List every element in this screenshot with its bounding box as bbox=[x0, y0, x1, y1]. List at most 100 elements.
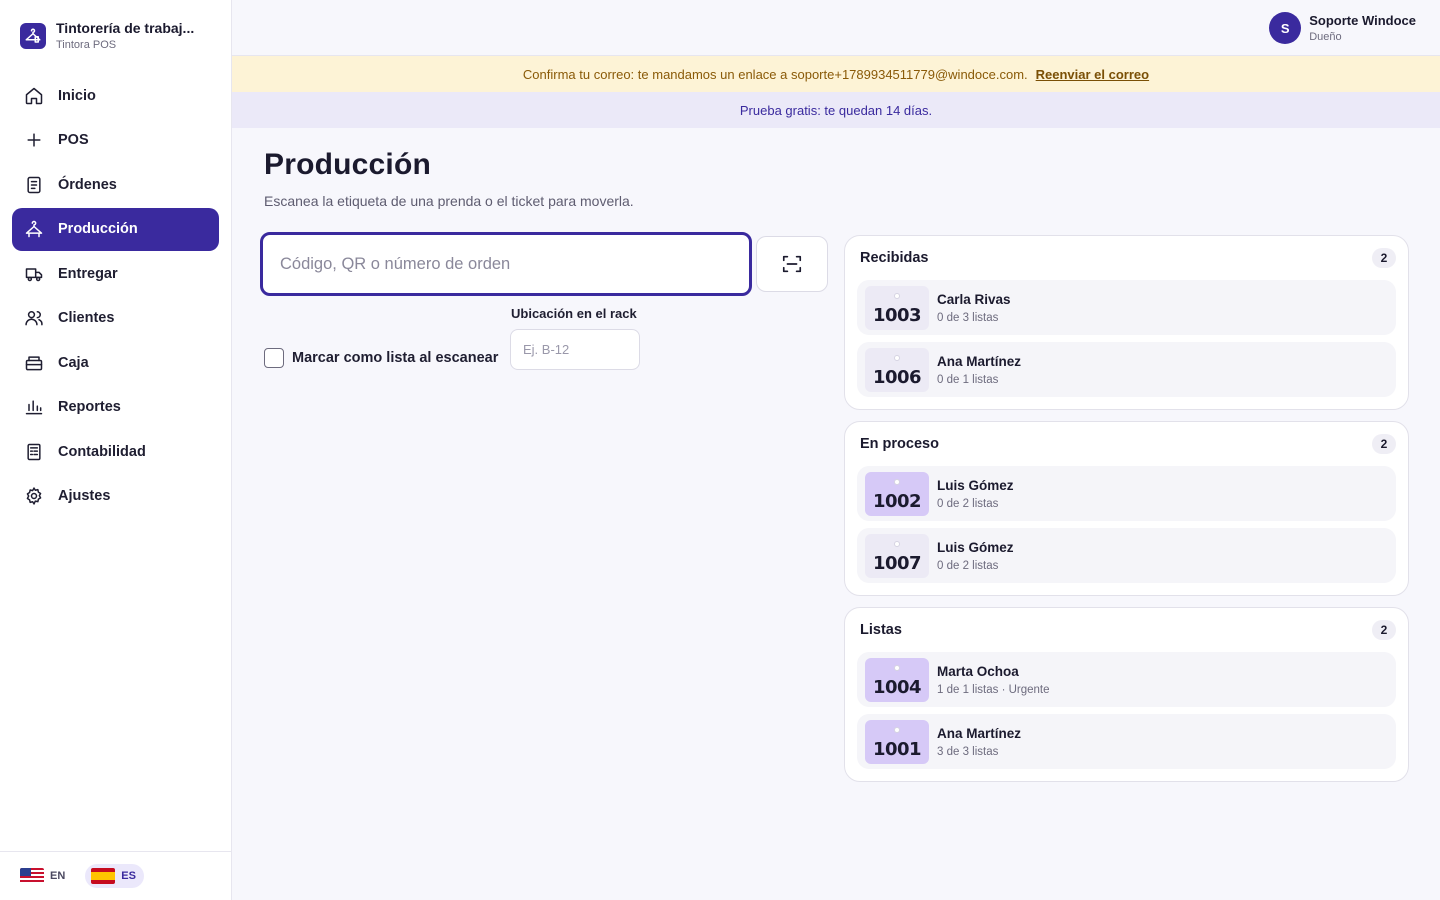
mark-ready-option[interactable]: Marcar como lista al escanear bbox=[264, 348, 498, 368]
nav-label: Caja bbox=[58, 354, 89, 371]
nav-label: POS bbox=[58, 132, 89, 148]
nav-item-produccion[interactable]: Producción bbox=[12, 207, 219, 251]
nav-label: Ajustes bbox=[58, 488, 111, 504]
order-tag: 1001 bbox=[865, 719, 929, 764]
lang-es-label: ES bbox=[121, 870, 136, 882]
trial-banner: Prueba gratis: te quedan 14 días. bbox=[232, 92, 1440, 128]
nav-item-reportes[interactable]: Reportes bbox=[12, 386, 219, 429]
order-tag: 1006 bbox=[865, 347, 929, 392]
rack-location-input[interactable] bbox=[510, 329, 640, 370]
hanger-icon bbox=[25, 220, 43, 238]
nav-label: Entregar bbox=[58, 265, 118, 282]
order-number: 1001 bbox=[872, 738, 922, 760]
column-en-proceso: En proceso 2 1002 Luis Gómez 0 de 2 lista… bbox=[844, 421, 1409, 596]
us-flag-icon bbox=[20, 868, 44, 884]
column-title: En proceso bbox=[860, 436, 939, 452]
column-recibidas: Recibidas 2 1003 Carla Rivas 0 de 3 lista… bbox=[844, 235, 1409, 410]
main-nav: Inicio POS Órdenes Producción Entregar C… bbox=[12, 74, 219, 519]
nav-item-caja[interactable]: Caja bbox=[12, 341, 219, 384]
order-number: 1002 bbox=[872, 490, 922, 512]
order-card[interactable]: 1002 Luis Gómez 0 de 2 listas bbox=[857, 466, 1396, 521]
scan-input[interactable] bbox=[260, 232, 752, 296]
nav-label: Órdenes bbox=[58, 176, 117, 193]
order-number: 1004 bbox=[872, 676, 922, 698]
nav-label: Inicio bbox=[58, 87, 96, 104]
trial-text: Prueba gratis: te quedan 14 días. bbox=[739, 102, 933, 118]
order-card[interactable]: 1001 Ana Martínez 3 de 3 listas bbox=[857, 714, 1396, 769]
order-card[interactable]: 1004 Marta Ochoa 1 de 1 listas · Urgente bbox=[857, 652, 1396, 707]
order-tag: 1003 bbox=[865, 285, 929, 330]
nav-item-inicio[interactable]: Inicio bbox=[12, 74, 219, 117]
page-title: Producción bbox=[264, 148, 432, 181]
order-tag: 1002 bbox=[865, 471, 929, 516]
nav-item-clientes[interactable]: Clientes bbox=[12, 297, 219, 340]
user-role: Dueño bbox=[1309, 31, 1342, 43]
order-progress: 3 de 3 listas bbox=[937, 745, 999, 758]
lang-es-button[interactable]: ES bbox=[85, 864, 144, 888]
nav-item-contabilidad[interactable]: Contabilidad bbox=[12, 430, 219, 473]
column-listas: Listas 2 1004 Marta Ochoa 1 de 1 listas ·… bbox=[844, 607, 1409, 782]
column-title: Listas bbox=[860, 622, 902, 638]
lang-en-button[interactable]: EN bbox=[18, 864, 73, 888]
column-count-badge: 2 bbox=[1372, 434, 1396, 454]
tag-hole-icon bbox=[894, 478, 900, 485]
order-card[interactable]: 1003 Carla Rivas 0 de 3 listas bbox=[857, 280, 1396, 335]
order-card[interactable]: 1007 Luis Gómez 0 de 2 listas bbox=[857, 528, 1396, 583]
page-subtitle: Escanea la etiqueta de una prenda o el t… bbox=[264, 193, 634, 209]
tag-hole-icon bbox=[894, 540, 900, 547]
user-menu[interactable]: S Soporte Windoce Dueño bbox=[1269, 12, 1416, 44]
order-progress: 0 de 3 listas bbox=[937, 311, 999, 324]
sidebar: Tintorería de trabaj... Tintora POS Inic… bbox=[0, 0, 232, 900]
order-progress: 0 de 1 listas bbox=[937, 373, 999, 386]
rack-location-label: Ubicación en el rack bbox=[511, 306, 637, 321]
avatar: S bbox=[1269, 12, 1302, 44]
nav-item-entregar[interactable]: Entregar bbox=[12, 252, 219, 295]
ledger-icon bbox=[27, 443, 41, 460]
order-progress: 0 de 2 listas bbox=[937, 497, 999, 510]
nav-label: Contabilidad bbox=[58, 443, 146, 460]
order-customer: Carla Rivas bbox=[937, 291, 1011, 307]
nav-item-pos[interactable]: POS bbox=[12, 119, 219, 162]
scan-camera-button[interactable] bbox=[756, 236, 828, 292]
nav-label: Reportes bbox=[58, 399, 121, 415]
tag-hole-icon bbox=[894, 664, 900, 671]
email-confirm-text: Confirma tu correo: te mandamos un enlac… bbox=[522, 66, 1028, 82]
mark-ready-label: Marcar como lista al escanear bbox=[292, 350, 499, 366]
language-switcher: EN ES bbox=[0, 851, 231, 900]
column-count-badge: 2 bbox=[1372, 620, 1396, 640]
home-icon bbox=[25, 87, 43, 104]
order-number: 1003 bbox=[872, 304, 922, 326]
tag-hole-icon bbox=[894, 292, 900, 299]
tag-hole-icon bbox=[894, 726, 900, 733]
scan-icon bbox=[782, 255, 802, 273]
order-customer: Ana Martínez bbox=[937, 725, 1022, 741]
production-board: Recibidas 2 1003 Carla Rivas 0 de 3 lista… bbox=[844, 235, 1409, 793]
top-bar: S Soporte Windoce Dueño bbox=[232, 0, 1440, 56]
order-progress: 1 de 1 listas · Urgente bbox=[937, 683, 1050, 696]
plus-icon bbox=[27, 133, 41, 147]
email-confirm-banner: Confirma tu correo: te mandamos un enlac… bbox=[232, 56, 1440, 92]
brand-title: Tintorería de trabaj... bbox=[56, 20, 195, 36]
nav-item-ajustes[interactable]: Ajustes bbox=[12, 475, 219, 518]
order-tag: 1004 bbox=[865, 657, 929, 702]
spain-flag-icon bbox=[91, 868, 116, 884]
gear-icon bbox=[26, 487, 42, 505]
brand[interactable]: Tintorería de trabaj... Tintora POS bbox=[20, 20, 208, 51]
hanger-logo-icon bbox=[20, 22, 46, 49]
resend-email-link[interactable]: Reenviar el correo bbox=[1036, 67, 1149, 82]
nav-label: Producción bbox=[58, 221, 138, 237]
mark-ready-checkbox[interactable] bbox=[264, 348, 284, 368]
column-count-badge: 2 bbox=[1372, 248, 1396, 268]
document-icon bbox=[27, 176, 41, 193]
truck-icon bbox=[25, 267, 43, 281]
nav-item-ordenes[interactable]: Órdenes bbox=[12, 163, 219, 206]
column-title: Recibidas bbox=[860, 250, 929, 266]
order-customer: Marta Ochoa bbox=[937, 663, 1019, 679]
order-customer: Luis Gómez bbox=[937, 477, 1014, 493]
users-icon bbox=[25, 311, 43, 326]
brand-subtitle: Tintora POS bbox=[56, 39, 117, 51]
nav-label: Clientes bbox=[58, 310, 115, 326]
bar-chart-icon bbox=[25, 400, 43, 415]
order-card[interactable]: 1006 Ana Martínez 0 de 1 listas bbox=[857, 342, 1396, 397]
order-tag: 1007 bbox=[865, 533, 929, 578]
